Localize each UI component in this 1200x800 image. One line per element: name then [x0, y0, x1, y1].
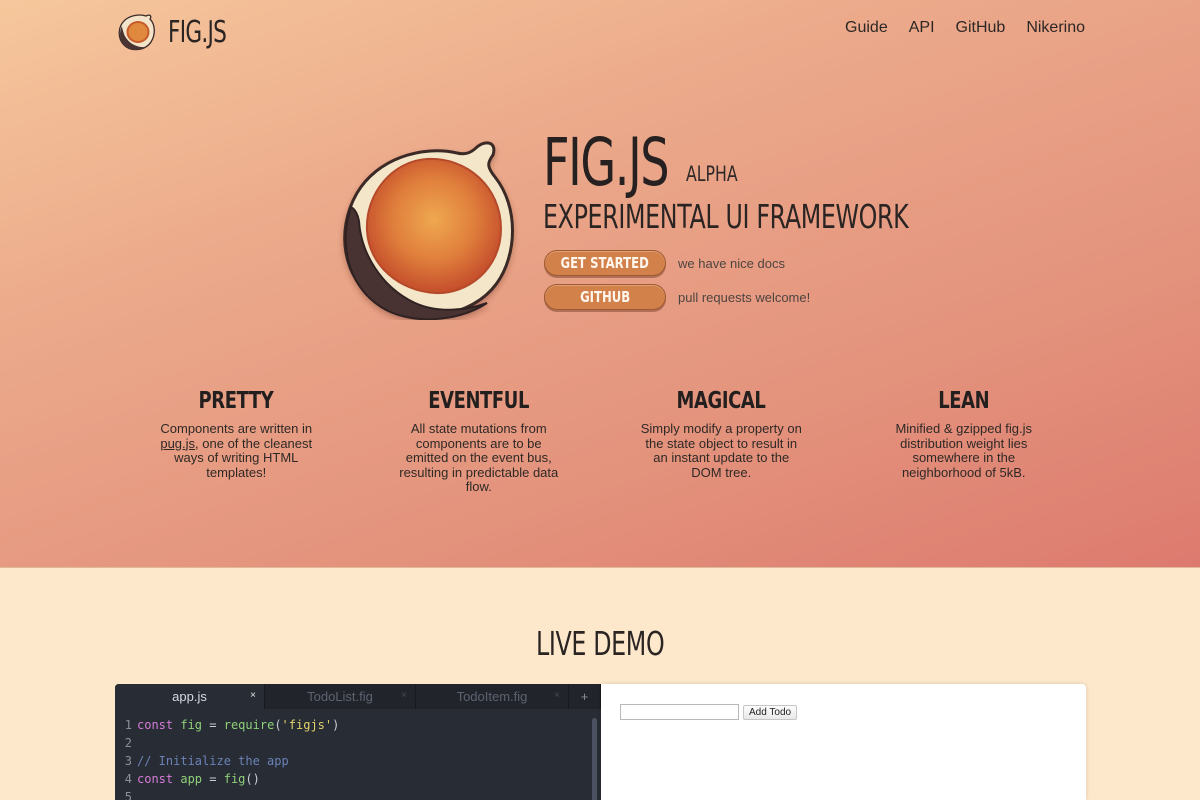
pugjs-link[interactable]: pug.js	[160, 436, 195, 451]
tab-todoitem-fig[interactable]: TodoItem.fig ×	[416, 684, 569, 709]
code-token: fig	[180, 718, 203, 732]
feature-text: Minified & gzipped fig.js distribution w…	[895, 421, 1033, 480]
fig-hero-logo-icon	[343, 141, 514, 320]
feature-text: Components are written in pug.js, one of…	[160, 421, 313, 480]
hero-section: FIG.JS Guide API GitHub Nikerino FIG.JS …	[0, 0, 1200, 568]
hero-subtitle: EXPERIMENTAL UI FRAMEWORK	[543, 197, 909, 236]
nav-link-github[interactable]: GitHub	[956, 19, 1006, 37]
code-line: 5	[115, 788, 601, 800]
code-token: ()	[245, 772, 260, 786]
code-line: 3 // Initialize the app	[115, 752, 601, 770]
feature-title: PRETTY	[198, 388, 274, 414]
code-token: require	[223, 718, 275, 732]
demo-preview: Add Todo	[601, 684, 1086, 800]
code-token: =	[202, 772, 224, 786]
fig-logo-icon	[118, 14, 155, 51]
code-token: app	[180, 772, 203, 786]
hero-title: FIG.JS	[543, 124, 670, 201]
github-button[interactable]: GITHUB	[544, 284, 666, 310]
code-line: 4 const app = fig()	[115, 770, 601, 788]
code-editor[interactable]: app.js × TodoList.fig × TodoItem.fig × +…	[115, 684, 601, 800]
hero-title-group: FIG.JS ALPHA	[543, 124, 738, 201]
code-token: 'figjs'	[281, 718, 333, 732]
line-number: 5	[124, 790, 132, 800]
add-tab-button[interactable]: +	[569, 684, 601, 709]
tab-todolist-fig[interactable]: TodoList.fig ×	[265, 684, 416, 709]
line-number: 2	[124, 736, 132, 750]
todo-input[interactable]	[620, 704, 739, 720]
feature-title: LEAN	[938, 388, 990, 414]
code-token: (	[274, 718, 282, 732]
feature-title: MAGICAL	[676, 388, 766, 414]
get-started-button[interactable]: GET STARTED	[544, 250, 666, 276]
feature-title: EVENTFUL	[428, 388, 530, 414]
feature-text: All state mutations from components are …	[399, 421, 559, 495]
top-nav: Guide API GitHub Nikerino	[845, 19, 1085, 37]
cta-row-get-started: GET STARTED we have nice docs	[544, 250, 785, 276]
code-token: fig	[223, 772, 246, 786]
nav-link-nikerino[interactable]: Nikerino	[1026, 19, 1085, 37]
line-number: 3	[124, 754, 132, 768]
feature-pretty: PRETTY Components are written in pug.js,…	[115, 388, 358, 495]
code-token: // Initialize the app	[137, 754, 289, 768]
nav-link-guide[interactable]: Guide	[845, 19, 888, 37]
cta-row-github: GITHUB pull requests welcome!	[544, 284, 810, 310]
code-area[interactable]: 1 const fig = require('figjs') 2 3 // Initia…	[115, 709, 601, 800]
close-icon[interactable]: ×	[250, 690, 256, 701]
code-line: 2	[115, 734, 601, 752]
code-token: )	[332, 718, 340, 732]
line-number: 1	[124, 718, 132, 732]
nav-link-api[interactable]: API	[909, 19, 935, 37]
close-icon[interactable]: ×	[554, 690, 560, 701]
code-token: const	[137, 772, 174, 786]
close-icon[interactable]: ×	[401, 690, 407, 701]
feature-magical: MAGICAL Simply modify a property on the …	[600, 388, 843, 495]
cta-note-pull-requests: pull requests welcome!	[678, 289, 811, 305]
nav-logo-link[interactable]: FIG.JS	[116, 12, 249, 52]
editor-tabs: app.js × TodoList.fig × TodoItem.fig × +	[115, 684, 601, 709]
live-demo-heading: LIVE DEMO	[535, 624, 665, 663]
cta-note-docs: we have nice docs	[678, 255, 785, 271]
line-number: 4	[124, 772, 132, 786]
tab-app-js[interactable]: app.js ×	[115, 684, 265, 709]
feature-eventful: EVENTFUL All state mutations from compon…	[358, 388, 601, 495]
feature-lean: LEAN Minified & gzipped fig.js distribut…	[843, 388, 1086, 495]
editor-scrollbar[interactable]	[592, 718, 597, 800]
feature-text: Simply modify a property on the state ob…	[640, 421, 802, 480]
features-row: PRETTY Components are written in pug.js,…	[115, 388, 1085, 495]
alpha-badge: ALPHA	[686, 162, 738, 186]
code-line: 1 const fig = require('figjs')	[115, 716, 601, 734]
code-token: const	[137, 718, 174, 732]
nav-brand: FIG.JS	[168, 14, 227, 50]
code-token: =	[202, 718, 224, 732]
add-todo-button[interactable]: Add Todo	[743, 705, 798, 720]
